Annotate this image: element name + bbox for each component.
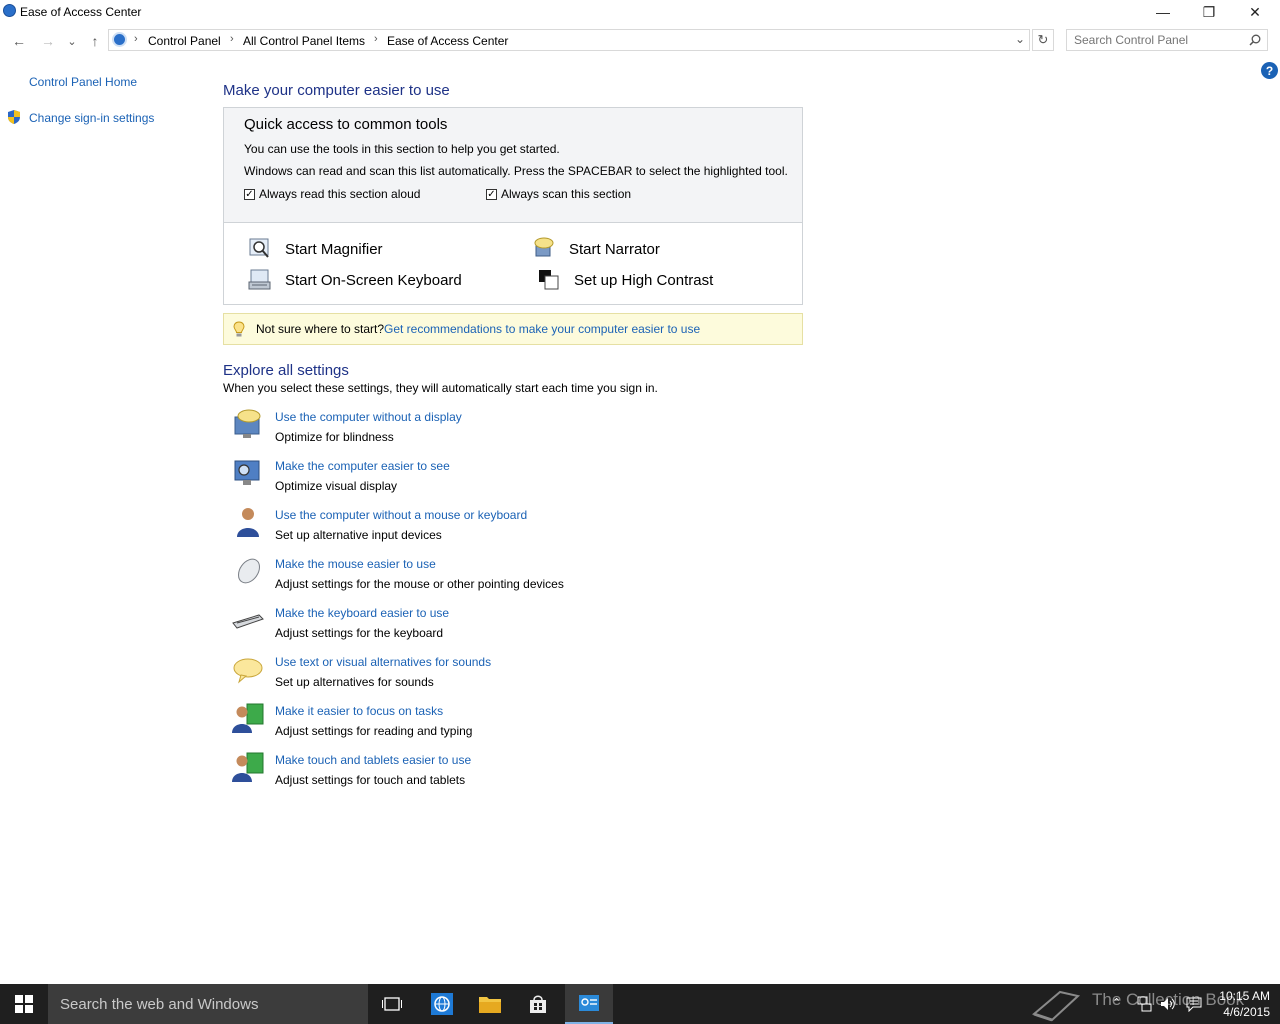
set-up-high-contrast-button[interactable]: Set up High Contrast <box>574 272 713 289</box>
taskbar-browser-button[interactable] <box>418 984 466 1024</box>
setting-link-focus-tasks[interactable]: Make it easier to focus on tasks <box>275 704 443 718</box>
taskbar-store-button[interactable] <box>514 984 562 1024</box>
read-aloud-label[interactable]: Always read this section aloud <box>259 187 420 201</box>
clock-date: 4/6/2015 <box>1223 1005 1270 1019</box>
tip-prefix: Not sure where to start? <box>256 322 385 336</box>
explore-heading: Explore all settings <box>223 362 349 379</box>
setting-desc: Adjust settings for touch and tablets <box>275 773 466 787</box>
taskbar-control-panel-button[interactable] <box>565 984 613 1024</box>
refresh-button[interactable]: ↻ <box>1032 29 1054 51</box>
forward-button[interactable]: → <box>39 32 57 50</box>
person-tablet-icon <box>232 752 264 782</box>
quick-access-line1: You can use the tools in this section to… <box>244 142 560 156</box>
restore-button[interactable]: ❐ <box>1186 0 1232 24</box>
taskbar-clock[interactable]: 10:15 AM 4/6/2015 <box>1200 988 1270 1020</box>
close-button[interactable]: ✕ <box>1232 0 1278 24</box>
explore-subtitle: When you select these settings, they wil… <box>223 381 658 395</box>
breadcrumb-all-items[interactable]: All Control Panel Items <box>243 34 365 48</box>
start-on-screen-keyboard-button[interactable]: Start On-Screen Keyboard <box>285 272 462 289</box>
sidebar-item-control-panel-home[interactable]: Control Panel Home <box>29 75 137 89</box>
search-icon <box>1249 34 1261 46</box>
scan-label[interactable]: Always scan this section <box>501 187 631 201</box>
breadcrumb-separator: › <box>230 33 234 45</box>
setting-link-touch-tablets[interactable]: Make touch and tablets easier to use <box>275 753 471 767</box>
store-bag-icon <box>530 995 546 1013</box>
setting-desc: Optimize for blindness <box>275 430 394 444</box>
minimize-button[interactable]: — <box>1140 0 1186 24</box>
setting-desc: Set up alternative input devices <box>275 528 442 542</box>
search-input[interactable] <box>1074 31 1244 49</box>
breadcrumb-separator: › <box>374 33 378 45</box>
up-button[interactable]: ↑ <box>86 32 104 50</box>
setting-link-easier-to-see[interactable]: Make the computer easier to see <box>275 459 450 473</box>
setting-link-keyboard-easier[interactable]: Make the keyboard easier to use <box>275 606 449 620</box>
setting-desc: Adjust settings for reading and typing <box>275 724 473 738</box>
control-panel-icon <box>112 32 127 47</box>
sidebar-item-change-sign-in[interactable]: Change sign-in settings <box>29 111 154 125</box>
keyboard-icon <box>232 614 264 629</box>
address-bar[interactable]: › Control Panel › All Control Panel Item… <box>108 29 1030 51</box>
quick-access-line2: Windows can read and scan this list auto… <box>244 164 788 178</box>
quick-access-header: Quick access to common tools You can use… <box>224 108 802 223</box>
read-aloud-checkbox-row[interactable]: ✓ Always read this section aloud <box>244 187 420 201</box>
scan-checkbox[interactable]: ✓ <box>486 188 497 200</box>
browser-icon <box>431 993 453 1015</box>
taskbar-search-box[interactable]: Search the web and Windows <box>48 984 368 1024</box>
task-view-button[interactable] <box>368 984 416 1024</box>
speech-bubble-icon <box>233 658 263 684</box>
help-button[interactable]: ? <box>1261 62 1278 79</box>
recent-locations-button[interactable]: ⌄ <box>63 32 81 50</box>
setting-desc: Adjust settings for the mouse or other p… <box>275 577 564 591</box>
recommendations-link[interactable]: Get recommendations to make your compute… <box>384 322 700 336</box>
back-button[interactable]: ← <box>10 32 28 50</box>
start-button[interactable] <box>0 984 48 1024</box>
setting-link-mouse-easier[interactable]: Make the mouse easier to use <box>275 557 436 571</box>
window-title: Ease of Access Center <box>20 5 142 19</box>
clock-time: 10:15 AM <box>1219 989 1270 1003</box>
person-icon <box>237 508 259 537</box>
address-dropdown-icon[interactable]: ⌄ <box>1015 32 1025 46</box>
task-view-icon <box>382 997 402 1011</box>
magnifier-icon <box>249 238 269 258</box>
windows-logo-icon <box>15 995 33 1013</box>
taskbar-file-explorer-button[interactable] <box>466 984 514 1024</box>
setting-link-without-display[interactable]: Use the computer without a display <box>275 410 462 424</box>
start-magnifier-button[interactable]: Start Magnifier <box>285 241 383 258</box>
taskbar: Search the web and Windows The Collectio… <box>0 984 1280 1024</box>
setting-desc: Optimize visual display <box>275 479 398 493</box>
breadcrumb-control-panel[interactable]: Control Panel <box>148 34 221 48</box>
show-hidden-icons-button[interactable]: ⌃ <box>1112 996 1121 1009</box>
page-title: Make your computer easier to use <box>223 82 450 99</box>
narrator-icon <box>534 237 554 257</box>
shield-icon <box>8 110 20 124</box>
recommendation-tip: Not sure where to start? Get recommendat… <box>223 313 803 345</box>
book-watermark-icon <box>1031 990 1081 1022</box>
setting-link-without-mouse-keyboard[interactable]: Use the computer without a mouse or keyb… <box>275 508 527 522</box>
network-icon[interactable] <box>1136 996 1152 1012</box>
breadcrumb-ease-of-access[interactable]: Ease of Access Center <box>387 34 508 48</box>
setting-link-sound-alternatives[interactable]: Use text or visual alternatives for soun… <box>275 655 491 669</box>
scan-checkbox-row[interactable]: ✓ Always scan this section <box>486 187 631 201</box>
volume-icon[interactable] <box>1160 996 1176 1012</box>
start-narrator-button[interactable]: Start Narrator <box>569 241 660 258</box>
monitor-speech-icon <box>234 409 261 438</box>
read-aloud-checkbox[interactable]: ✓ <box>244 188 255 200</box>
quick-access-title: Quick access to common tools <box>244 116 448 133</box>
monitor-magnify-icon <box>234 460 260 485</box>
quick-access-panel: Quick access to common tools You can use… <box>223 107 803 305</box>
control-panel-icon <box>579 995 599 1011</box>
on-screen-keyboard-icon <box>248 269 271 290</box>
ease-of-access-icon <box>3 4 16 17</box>
breadcrumb-separator: › <box>134 33 138 45</box>
high-contrast-icon <box>539 270 559 290</box>
setting-desc: Adjust settings for the keyboard <box>275 626 444 640</box>
person-screen-icon <box>232 703 264 733</box>
title-bar: Ease of Access Center — ❐ ✕ <box>0 0 1280 24</box>
mouse-icon <box>238 558 260 584</box>
folder-icon <box>479 997 501 1013</box>
search-box[interactable] <box>1066 29 1268 51</box>
lightbulb-icon <box>233 321 245 337</box>
setting-desc: Set up alternatives for sounds <box>275 675 434 689</box>
